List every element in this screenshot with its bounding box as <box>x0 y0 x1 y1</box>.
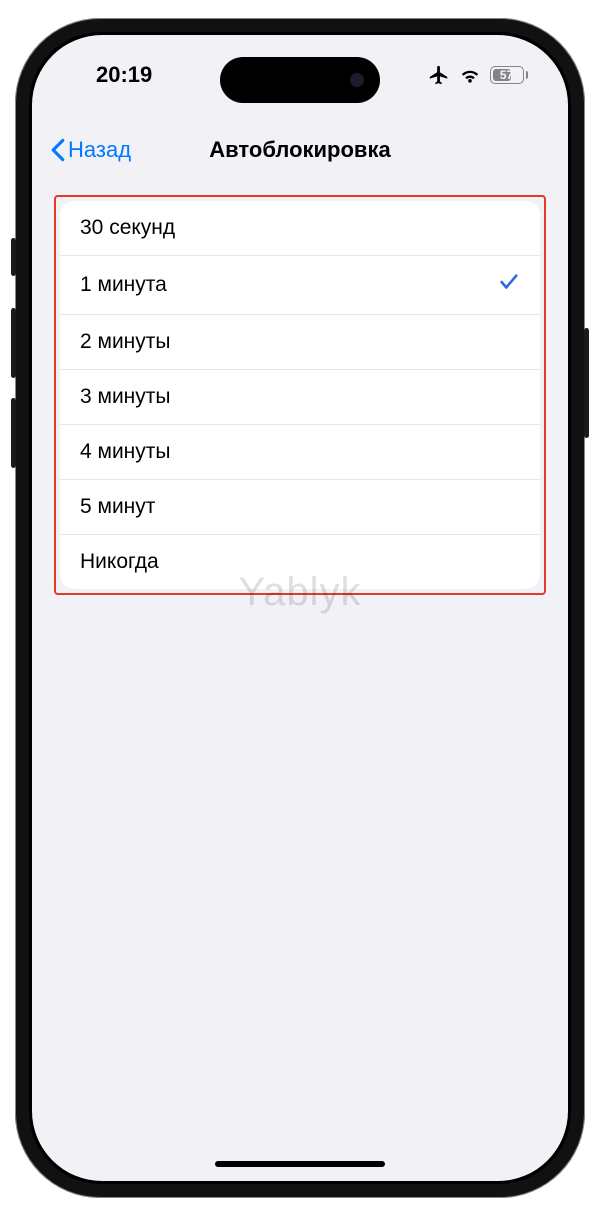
option-4-minutes[interactable]: 4 минуты <box>60 425 540 480</box>
nav-bar: Назад Автоблокировка <box>32 121 568 179</box>
side-button-mute <box>11 238 16 276</box>
checkmark-icon <box>498 271 520 299</box>
option-label: 3 минуты <box>80 385 171 409</box>
battery-percent: 57 <box>491 67 523 83</box>
option-label: 1 минута <box>80 273 167 297</box>
back-label: Назад <box>68 137 131 163</box>
back-button[interactable]: Назад <box>50 137 131 163</box>
option-3-minutes[interactable]: 3 минуты <box>60 370 540 425</box>
home-indicator[interactable] <box>215 1161 385 1167</box>
option-2-minutes[interactable]: 2 минуты <box>60 315 540 370</box>
option-label: 5 минут <box>80 495 155 519</box>
page-title: Автоблокировка <box>209 137 390 163</box>
option-label: Никогда <box>80 550 159 574</box>
autolock-list: 30 секунд 1 минута 2 минуты <box>60 201 540 589</box>
option-5-minutes[interactable]: 5 минут <box>60 480 540 535</box>
option-label: 4 минуты <box>80 440 171 464</box>
side-button-vol-down <box>11 398 16 468</box>
option-1-minute[interactable]: 1 минута <box>60 256 540 315</box>
dynamic-island <box>220 57 380 103</box>
chevron-left-icon <box>50 138 66 162</box>
airplane-icon <box>428 64 450 86</box>
phone-frame: 20:19 57 <box>15 18 585 1198</box>
screen: 20:19 57 <box>32 35 568 1181</box>
phone-bezel: 20:19 57 <box>29 32 571 1184</box>
battery-icon: 57 <box>490 66 529 84</box>
option-label: 30 секунд <box>80 216 175 240</box>
wifi-icon <box>459 66 481 84</box>
annotation-highlight: 30 секунд 1 минута 2 минуты <box>54 195 546 595</box>
option-never[interactable]: Никогда <box>60 535 540 589</box>
content: 30 секунд 1 минута 2 минуты <box>54 195 546 595</box>
option-30-seconds[interactable]: 30 секунд <box>60 201 540 256</box>
side-button-power <box>584 328 589 438</box>
option-label: 2 минуты <box>80 330 171 354</box>
side-button-vol-up <box>11 308 16 378</box>
